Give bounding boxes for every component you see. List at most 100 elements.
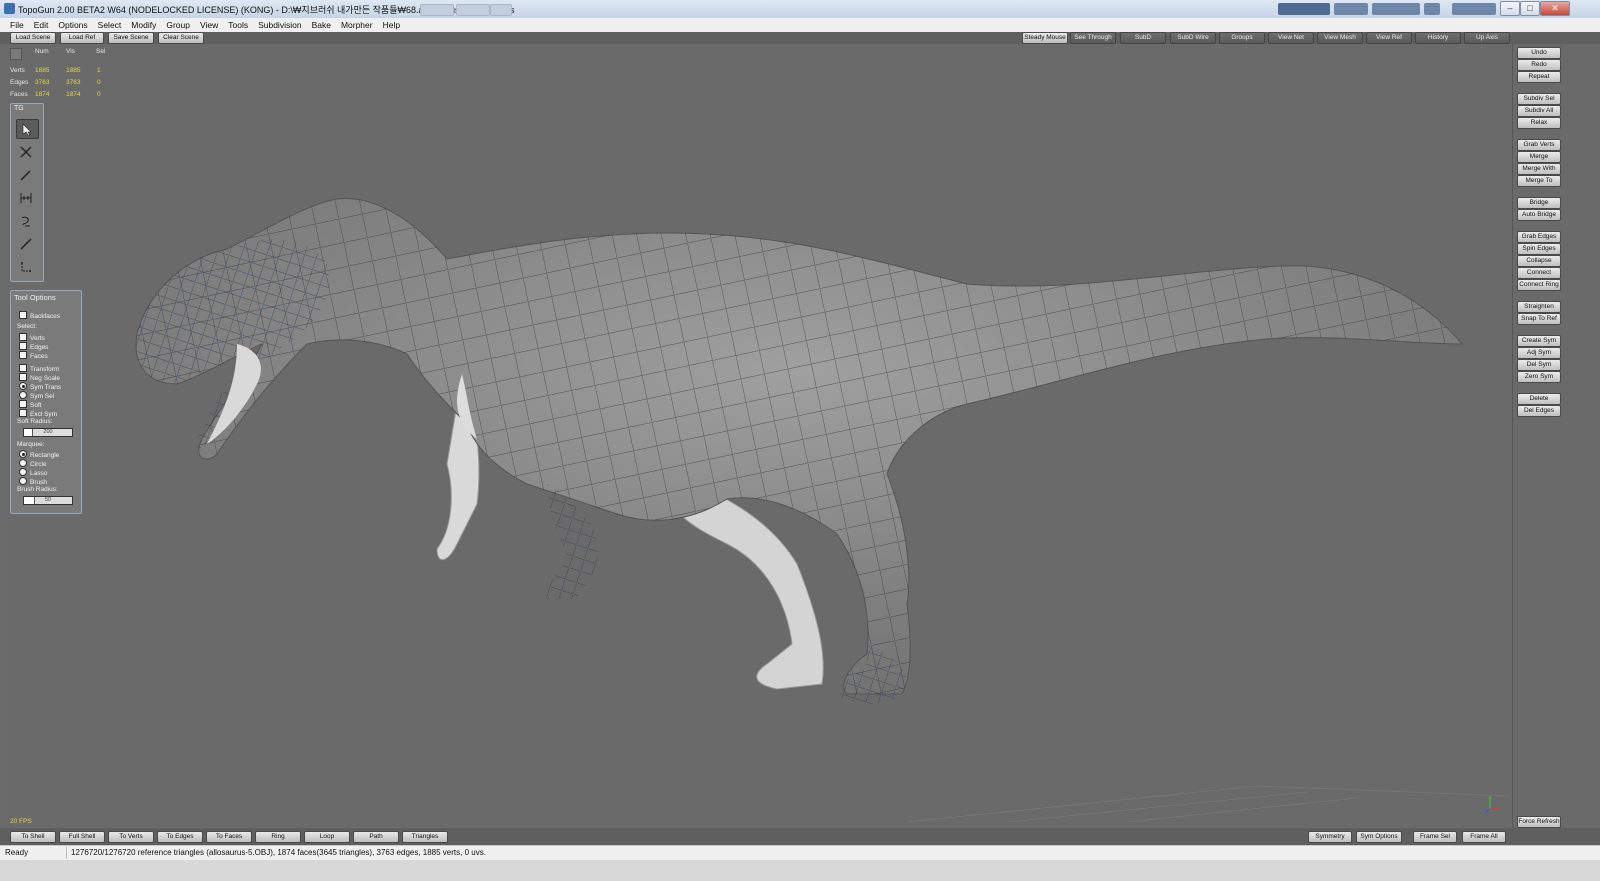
connect-ring-button[interactable]: Connect Ring <box>1517 279 1561 291</box>
save-scene-button[interactable]: Save Scene <box>108 32 154 44</box>
auto-bridge-button[interactable]: Auto Bridge <box>1517 209 1561 221</box>
view-net-toggle[interactable]: View Net <box>1268 32 1314 44</box>
window-bottom-edge <box>0 860 1600 881</box>
connect-button[interactable]: Connect <box>1517 267 1561 279</box>
straighten-button[interactable]: Straighten <box>1517 301 1561 313</box>
menu-select[interactable]: Select <box>93 18 127 32</box>
stats-edges-vis: 3763 <box>66 79 81 86</box>
select-edges-checkbox[interactable]: Edges <box>19 342 48 351</box>
marquee-icon <box>21 262 31 272</box>
menu-edit[interactable]: Edit <box>29 18 54 32</box>
triangles-button[interactable]: Triangles <box>402 831 448 843</box>
sym-sel-radio[interactable]: Sym Sel <box>19 391 54 400</box>
spin-edges-button[interactable]: Spin Edges <box>1517 243 1561 255</box>
menu-morpher[interactable]: Morpher <box>336 18 378 32</box>
loop-button[interactable]: Loop <box>304 831 350 843</box>
sym-trans-radio[interactable]: Sym Trans <box>19 382 61 391</box>
force-refresh-button[interactable]: Force Refresh <box>1517 816 1561 828</box>
create-sym-button[interactable]: Create Sym <box>1517 335 1561 347</box>
ring-button[interactable]: Ring <box>255 831 301 843</box>
redo-button[interactable]: Redo <box>1517 59 1561 71</box>
select-faces-checkbox[interactable]: Faces <box>19 351 48 360</box>
backfaces-checkbox[interactable]: Backfaces <box>19 311 60 320</box>
to-shell-button[interactable]: To Shell <box>10 831 56 843</box>
3d-viewport[interactable] <box>7 44 1511 827</box>
select-verts-checkbox[interactable]: Verts <box>19 333 45 342</box>
groups-toggle[interactable]: Groups <box>1219 32 1265 44</box>
soft-radius-slider[interactable]: 200 <box>23 428 73 437</box>
grab-edges-button[interactable]: Grab Edges <box>1517 231 1561 243</box>
sym-options-button[interactable]: Sym Options <box>1356 831 1402 843</box>
view-mesh-toggle[interactable]: View Mesh <box>1317 32 1363 44</box>
menu-options[interactable]: Options <box>53 18 92 32</box>
menu-help[interactable]: Help <box>378 18 405 32</box>
steady-mouse-toggle[interactable]: Steady Mouse <box>1022 32 1068 44</box>
draw-tool-button[interactable] <box>16 166 37 184</box>
grab-verts-button[interactable]: Grab Verts <box>1517 139 1561 151</box>
adj-sym-button[interactable]: Adj Sym <box>1517 347 1561 359</box>
marquee-rectangle-radio[interactable]: Rectangle <box>19 450 59 459</box>
menu-modify[interactable]: Modify <box>126 18 161 32</box>
del-sym-button[interactable]: Del Sym <box>1517 359 1561 371</box>
menu-file[interactable]: File <box>5 18 29 32</box>
del-edges-button[interactable]: Del Edges <box>1517 405 1561 417</box>
path-button[interactable]: Path <box>353 831 399 843</box>
merge-to-button[interactable]: Merge To <box>1517 175 1561 187</box>
merge-button[interactable]: Merge <box>1517 151 1561 163</box>
line-tool-button[interactable] <box>16 235 37 253</box>
cut-tool-button[interactable] <box>16 143 37 161</box>
soft-checkbox[interactable]: Soft <box>19 400 42 409</box>
brush-radius-slider[interactable]: 50 <box>23 496 73 505</box>
box-select-tool-button[interactable] <box>16 258 37 276</box>
bridge-button[interactable]: Bridge <box>1517 197 1561 209</box>
full-shell-button[interactable]: Full Shell <box>59 831 105 843</box>
transform-checkbox[interactable]: Transform <box>19 364 59 373</box>
menu-subdivision[interactable]: Subdivision <box>253 18 306 32</box>
symmetry-button[interactable]: Symmetry <box>1308 831 1352 843</box>
bridge-tool-button[interactable] <box>16 189 37 207</box>
subd-toggle[interactable]: SubD <box>1120 32 1166 44</box>
menu-bake[interactable]: Bake <box>307 18 336 32</box>
load-ref-button[interactable]: Load Ref <box>60 32 104 44</box>
neg-scale-checkbox[interactable]: Neg Scale <box>19 373 60 382</box>
history-toggle[interactable]: History <box>1415 32 1461 44</box>
zero-sym-button[interactable]: Zero Sym <box>1517 371 1561 383</box>
pointer-icon <box>22 123 32 136</box>
to-faces-button[interactable]: To Faces <box>206 831 252 843</box>
frame-sel-button[interactable]: Frame Sel <box>1413 831 1457 843</box>
collapse-button[interactable]: Collapse <box>1517 255 1561 267</box>
delete-button[interactable]: Delete <box>1517 393 1561 405</box>
minimize-button[interactable]: – <box>1500 1 1520 16</box>
marquee-circle-radio[interactable]: Circle <box>19 459 47 468</box>
to-edges-button[interactable]: To Edges <box>157 831 203 843</box>
close-button[interactable]: ✕ <box>1540 1 1570 16</box>
excl-sym-checkbox[interactable]: Excl Sym <box>19 409 57 418</box>
frame-all-button[interactable]: Frame All <box>1462 831 1506 843</box>
subdiv-all-button[interactable]: Subdiv All <box>1517 105 1561 117</box>
relax-button[interactable]: Relax <box>1517 117 1561 129</box>
see-through-toggle[interactable]: See Through <box>1070 32 1116 44</box>
marquee-brush-radio[interactable]: Brush <box>19 477 47 486</box>
marquee-lasso-radio[interactable]: Lasso <box>19 468 47 477</box>
repeat-button[interactable]: Repeat <box>1517 71 1561 83</box>
view-ref-toggle[interactable]: View Ref <box>1366 32 1412 44</box>
stats-verts-vis: 1885 <box>66 67 81 74</box>
checkbox-icon <box>19 364 27 372</box>
load-scene-button[interactable]: Load Scene <box>10 32 56 44</box>
undo-button[interactable]: Undo <box>1517 47 1561 59</box>
subd-wire-toggle[interactable]: SubD Wire <box>1170 32 1216 44</box>
subdiv-sel-button[interactable]: Subdiv Sel <box>1517 93 1561 105</box>
brush-tool-button[interactable] <box>16 212 37 230</box>
app-icon <box>4 3 15 14</box>
to-verts-button[interactable]: To Verts <box>108 831 154 843</box>
merge-with-button[interactable]: Merge With <box>1517 163 1561 175</box>
maximize-button[interactable]: □ <box>1520 1 1540 16</box>
menu-tools[interactable]: Tools <box>223 18 253 32</box>
up-axis-button[interactable]: Up Axis <box>1464 32 1510 44</box>
snap-to-ref-button[interactable]: Snap To Ref <box>1517 313 1561 325</box>
select-tool-button[interactable] <box>16 119 39 139</box>
menu-view[interactable]: View <box>195 18 223 32</box>
menu-group[interactable]: Group <box>161 18 195 32</box>
clear-scene-button[interactable]: Clear Scene <box>158 32 204 44</box>
titlebar-ghost-tab <box>1452 3 1496 15</box>
